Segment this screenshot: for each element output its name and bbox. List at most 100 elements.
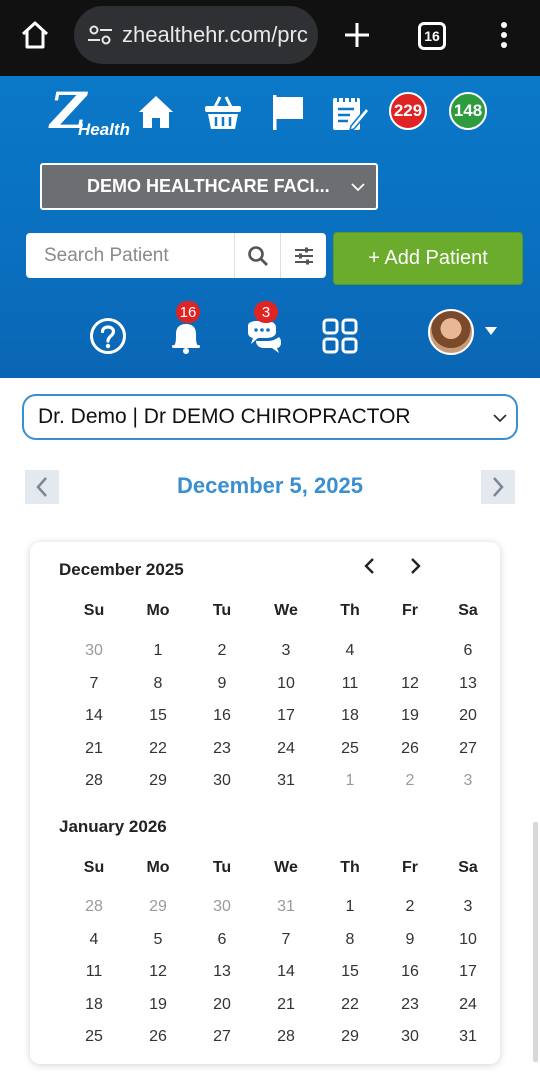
calendar-day[interactable]: 23	[380, 990, 440, 1020]
calendar-day[interactable]: 30	[192, 892, 252, 922]
apps-grid-icon[interactable]	[320, 316, 360, 356]
calendar-day[interactable]: 23	[192, 734, 252, 764]
calendar-day[interactable]: 28	[256, 1022, 316, 1052]
calendar-day[interactable]: 13	[192, 957, 252, 987]
calendar-day[interactable]: 28	[64, 766, 124, 796]
user-avatar[interactable]	[428, 309, 474, 355]
home-icon[interactable]	[18, 18, 52, 52]
provider-select[interactable]: Dr. Demo | Dr DEMO CHIROPRACTOR	[22, 394, 518, 440]
calendar-day[interactable]: 10	[438, 925, 498, 955]
calendar-day[interactable]: 18	[320, 701, 380, 731]
calendar-day[interactable]: 31	[256, 892, 316, 922]
calendar-day[interactable]: 4	[64, 925, 124, 955]
filter-button[interactable]	[280, 233, 326, 278]
calendar-day[interactable]: 6	[192, 925, 252, 955]
calendar-day[interactable]: 12	[128, 957, 188, 987]
search-input[interactable]	[26, 234, 231, 277]
calendar-day[interactable]: 27	[192, 1022, 252, 1052]
calendar-day[interactable]: 8	[320, 925, 380, 955]
day-number: 13	[459, 674, 477, 692]
calendar-day[interactable]: 3	[438, 892, 498, 922]
calendar-day[interactable]: 25	[320, 734, 380, 764]
facility-select[interactable]: DEMO HEALTHCARE FACI...	[40, 163, 378, 210]
previous-day-button[interactable]	[25, 470, 59, 504]
calendar-day[interactable]: 29	[320, 1022, 380, 1052]
alerts-count-badge[interactable]: 229	[389, 92, 427, 130]
calendar-day[interactable]: 24	[256, 734, 316, 764]
scrollbar[interactable]	[533, 822, 538, 1062]
calendar-day[interactable]: 31	[438, 1022, 498, 1052]
calendar-day[interactable]: 29	[128, 892, 188, 922]
more-menu-icon[interactable]	[492, 18, 516, 52]
tasks-count-badge[interactable]: 148	[449, 92, 487, 130]
calendar-day[interactable]: 31	[256, 766, 316, 796]
next-day-button[interactable]	[481, 470, 515, 504]
calendar-day[interactable]: 10	[256, 669, 316, 699]
calendar-day[interactable]: 19	[380, 701, 440, 731]
calendar-day[interactable]: 21	[256, 990, 316, 1020]
help-icon[interactable]	[88, 316, 128, 356]
calendar-day[interactable]: 5	[128, 925, 188, 955]
calendar-day[interactable]: 7	[256, 925, 316, 955]
caret-down-icon[interactable]	[484, 326, 498, 336]
calendar-day[interactable]: 12	[380, 669, 440, 699]
calendar-day[interactable]: 18	[64, 990, 124, 1020]
selected-date-title[interactable]: December 5, 2025	[60, 473, 480, 499]
calendar-day[interactable]: 14	[64, 701, 124, 731]
calendar-day[interactable]: 8	[128, 669, 188, 699]
basket-icon[interactable]	[203, 92, 243, 132]
selected-day[interactable]: 5	[380, 636, 441, 668]
calendar-day[interactable]: 30	[64, 636, 124, 666]
calendar-day[interactable]: 15	[128, 701, 188, 731]
calendar-day[interactable]: 22	[128, 734, 188, 764]
calendar-day[interactable]: 20	[192, 990, 252, 1020]
zhealth-logo[interactable]: Z Health	[50, 86, 134, 142]
calendar-day[interactable]: 20	[438, 701, 498, 731]
calendar-day[interactable]: 17	[256, 701, 316, 731]
tab-switcher-button[interactable]: 16	[418, 22, 446, 50]
calendar-day[interactable]: 4	[320, 636, 380, 666]
calendar-day[interactable]: 25	[64, 1022, 124, 1052]
calendar-day[interactable]: 6	[438, 636, 498, 666]
calendar-day[interactable]: 17	[438, 957, 498, 987]
calendar-day[interactable]: 7	[64, 669, 124, 699]
calendar-day[interactable]: 26	[380, 734, 440, 764]
notes-icon[interactable]	[330, 92, 370, 132]
calendar-day[interactable]: 27	[438, 734, 498, 764]
calendar-day[interactable]: 21	[64, 734, 124, 764]
calendar-day[interactable]: 1	[320, 766, 380, 796]
calendar-day[interactable]: 13	[438, 669, 498, 699]
calendar-day[interactable]: 2	[380, 892, 440, 922]
calendar-day[interactable]: 16	[380, 957, 440, 987]
calendar-day[interactable]: 30	[380, 1022, 440, 1052]
calendar-day[interactable]: 19	[128, 990, 188, 1020]
calendar-day[interactable]: 26	[128, 1022, 188, 1052]
calendar-day[interactable]: 9	[192, 669, 252, 699]
calendar-day[interactable]: 1	[320, 892, 380, 922]
search-button[interactable]	[234, 233, 280, 278]
calendar-day[interactable]: 11	[320, 669, 380, 699]
calendar-day[interactable]: 14	[256, 957, 316, 987]
calendar-day[interactable]: 1	[128, 636, 188, 666]
calendar-day[interactable]: 11	[64, 957, 124, 987]
address-bar[interactable]: zhealthehr.com/prc	[74, 6, 318, 64]
calendar-day[interactable]: 30	[192, 766, 252, 796]
prev-month-icon[interactable]	[360, 556, 380, 576]
home-icon[interactable]	[136, 92, 176, 132]
calendar-day[interactable]: 9	[380, 925, 440, 955]
calendar-day[interactable]: 3	[256, 636, 316, 666]
calendar-day[interactable]: 16	[192, 701, 252, 731]
calendar-day[interactable]: 22	[320, 990, 380, 1020]
calendar-day[interactable]: 28	[64, 892, 124, 922]
new-tab-icon[interactable]	[340, 18, 374, 52]
next-month-icon[interactable]	[405, 556, 425, 576]
calendar-day[interactable]: 24	[438, 990, 498, 1020]
add-patient-button[interactable]: + Add Patient	[333, 232, 523, 285]
calendar-day[interactable]: 2	[380, 766, 440, 796]
calendar-day[interactable]: 29	[128, 766, 188, 796]
calendar-day[interactable]: 2	[192, 636, 252, 666]
flag-icon[interactable]	[268, 92, 308, 132]
calendar-day[interactable]: 3	[438, 766, 498, 796]
calendar-day[interactable]: 15	[320, 957, 380, 987]
site-settings-icon[interactable]	[86, 21, 114, 49]
